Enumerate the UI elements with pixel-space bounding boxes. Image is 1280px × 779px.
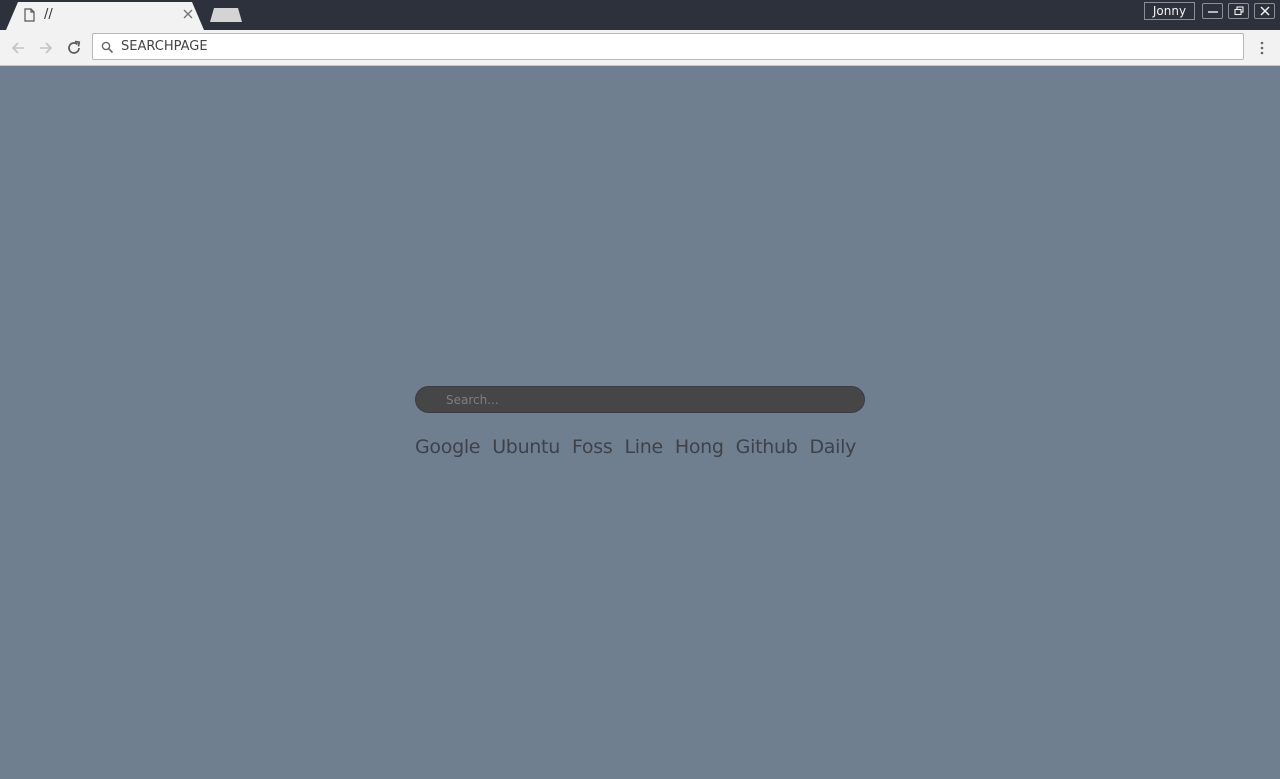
browser-toolbar: SEARCHPAGE	[0, 30, 1280, 66]
search-box	[415, 386, 865, 413]
restore-button[interactable]	[1228, 3, 1249, 19]
back-arrow-icon[interactable]	[9, 39, 27, 57]
minimize-button[interactable]	[1202, 3, 1223, 19]
search-input[interactable]	[446, 387, 846, 412]
document-icon	[24, 8, 35, 22]
kebab-menu-icon[interactable]	[1256, 39, 1268, 57]
reload-icon[interactable]	[65, 39, 83, 57]
link-line[interactable]: Line	[624, 436, 663, 464]
link-hong[interactable]: Hong	[675, 436, 724, 464]
search-icon	[101, 41, 114, 54]
link-foss[interactable]: Foss	[572, 436, 613, 464]
close-tab-icon[interactable]	[182, 8, 194, 20]
link-github[interactable]: Github	[736, 436, 798, 464]
address-bar[interactable]: SEARCHPAGE	[92, 33, 1244, 60]
new-tab-button[interactable]	[210, 8, 242, 22]
tab-title: //	[44, 7, 53, 22]
browser-titlebar: // Jonny	[0, 0, 1280, 30]
close-window-button[interactable]	[1254, 3, 1275, 19]
browser-tab[interactable]: //	[6, 2, 204, 30]
link-daily[interactable]: Daily	[809, 436, 856, 464]
link-ubuntu[interactable]: Ubuntu	[492, 436, 560, 464]
close-icon	[1260, 6, 1270, 16]
minimize-icon	[1208, 11, 1218, 13]
link-google[interactable]: Google	[415, 436, 481, 464]
restore-icon	[1234, 6, 1244, 16]
address-text: SEARCHPAGE	[121, 39, 208, 54]
profile-button[interactable]: Jonny	[1144, 2, 1195, 20]
quick-links: Google Ubuntu Foss Line Hong Github Dail…	[415, 436, 875, 464]
forward-arrow-icon[interactable]	[37, 39, 55, 57]
